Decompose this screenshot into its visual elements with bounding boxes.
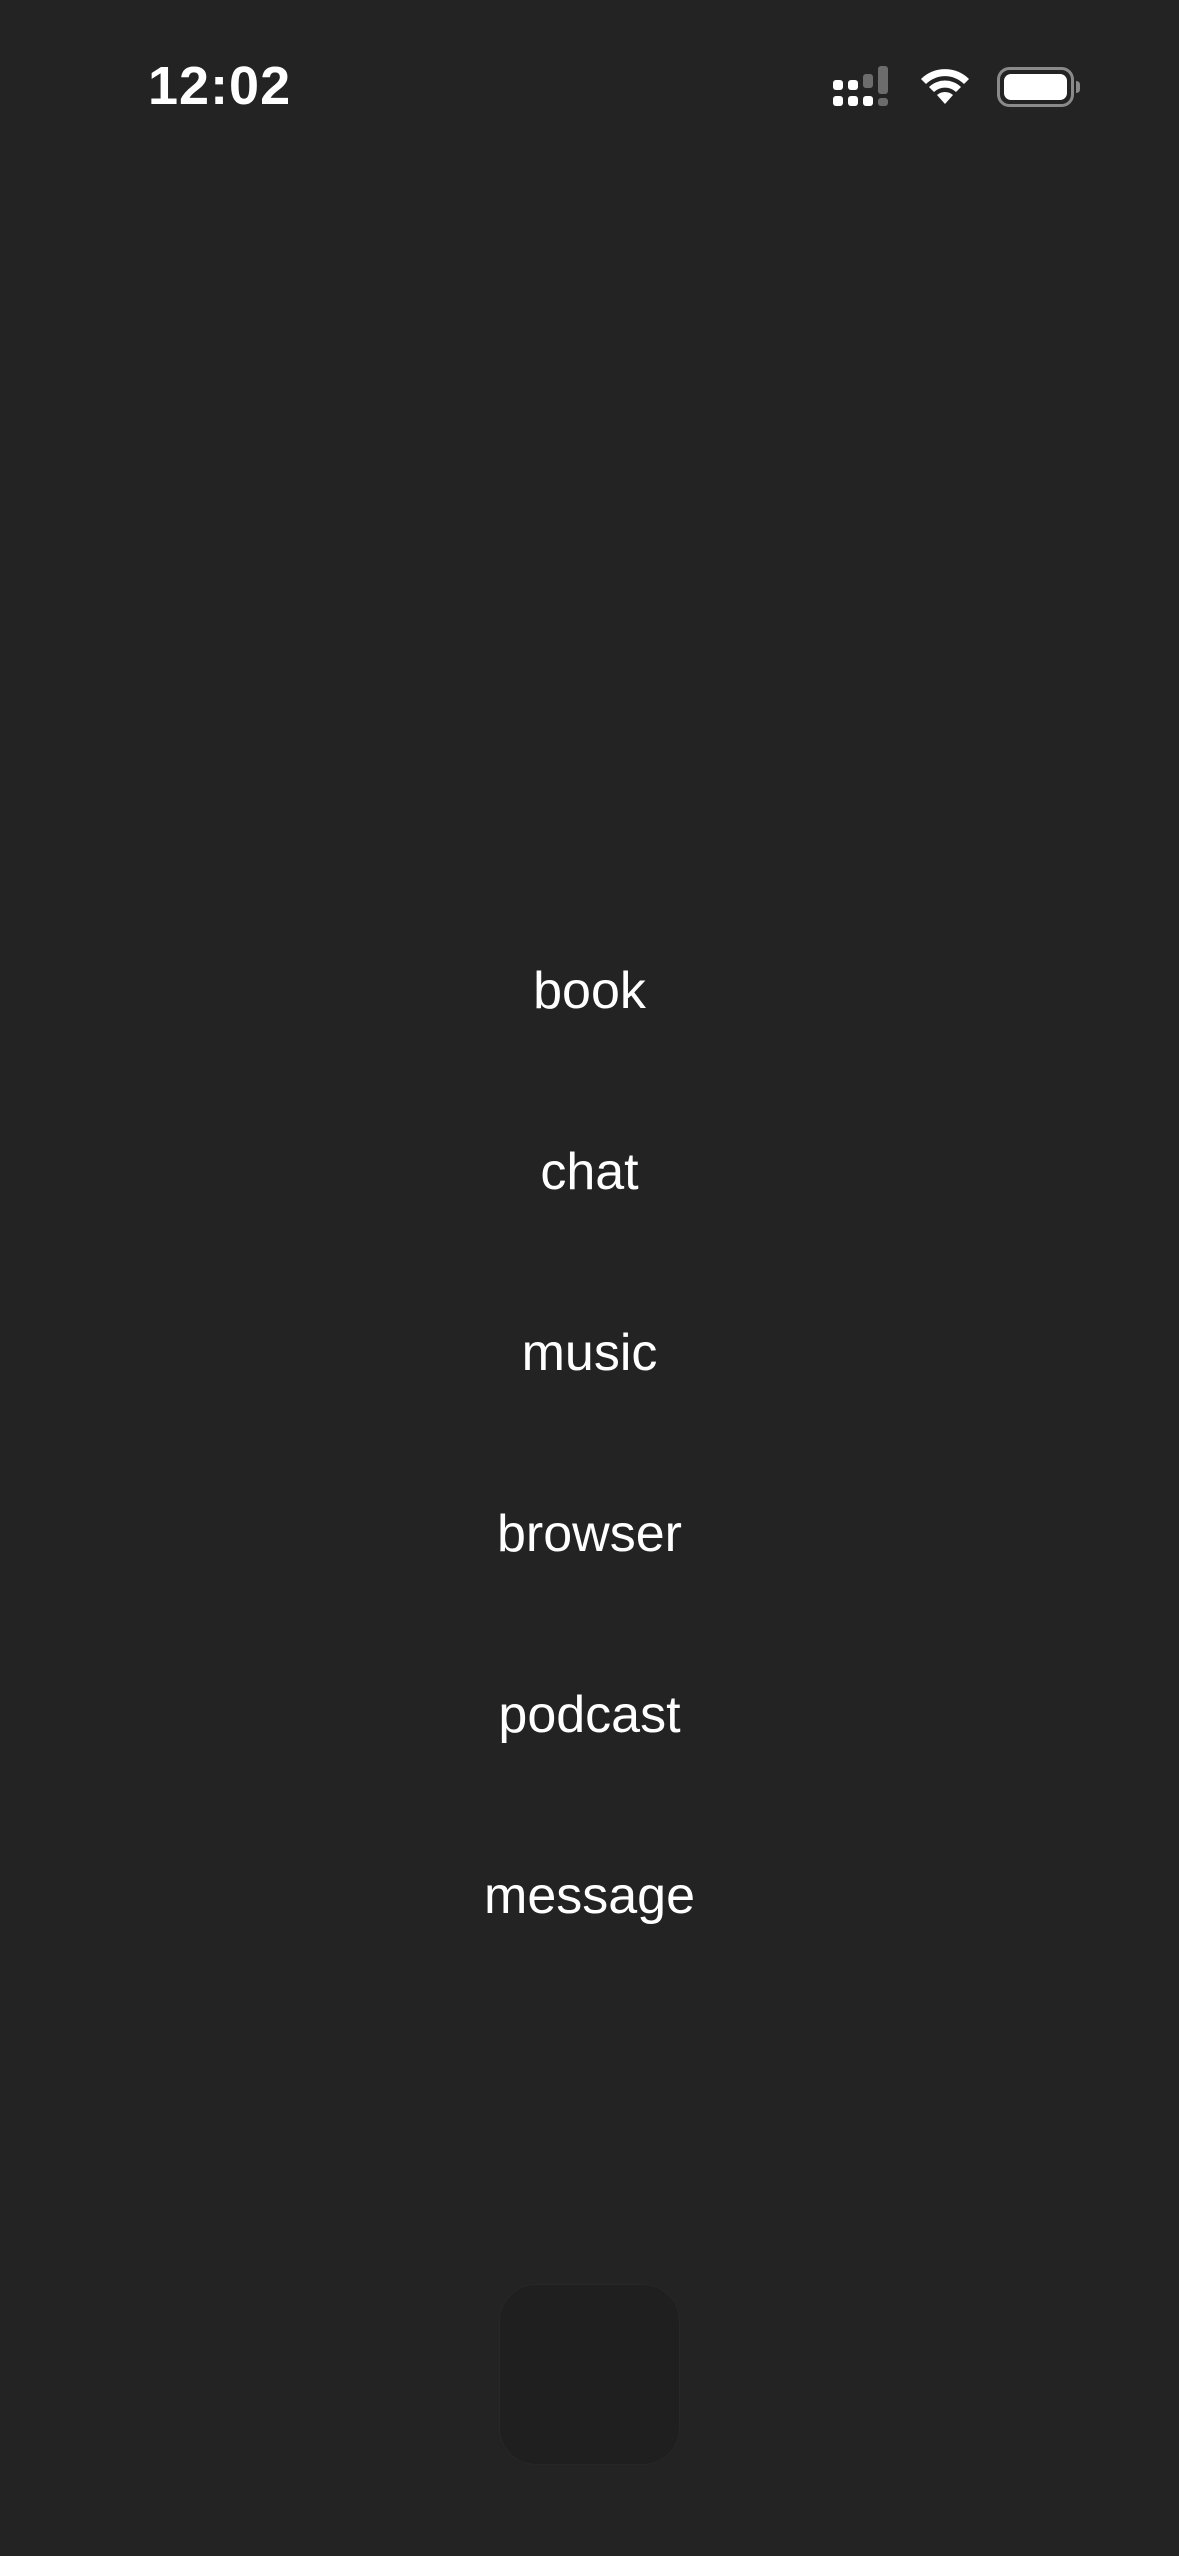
app-menu-list: book chat music browser podcast message (0, 900, 1179, 1986)
status-bar: 12:02 (0, 0, 1179, 175)
menu-item-podcast[interactable]: podcast (0, 1624, 1179, 1805)
menu-item-browser[interactable]: browser (0, 1443, 1179, 1624)
menu-item-book[interactable]: book (0, 900, 1179, 1081)
menu-item-message[interactable]: message (0, 1805, 1179, 1986)
status-icons (833, 64, 1081, 110)
status-time: 12:02 (148, 56, 292, 116)
menu-item-chat[interactable]: chat (0, 1081, 1179, 1262)
cellular-signal-icon (833, 66, 893, 108)
home-button[interactable] (500, 2285, 679, 2464)
menu-item-music[interactable]: music (0, 1262, 1179, 1443)
battery-icon (997, 67, 1081, 107)
wifi-icon (919, 68, 971, 106)
